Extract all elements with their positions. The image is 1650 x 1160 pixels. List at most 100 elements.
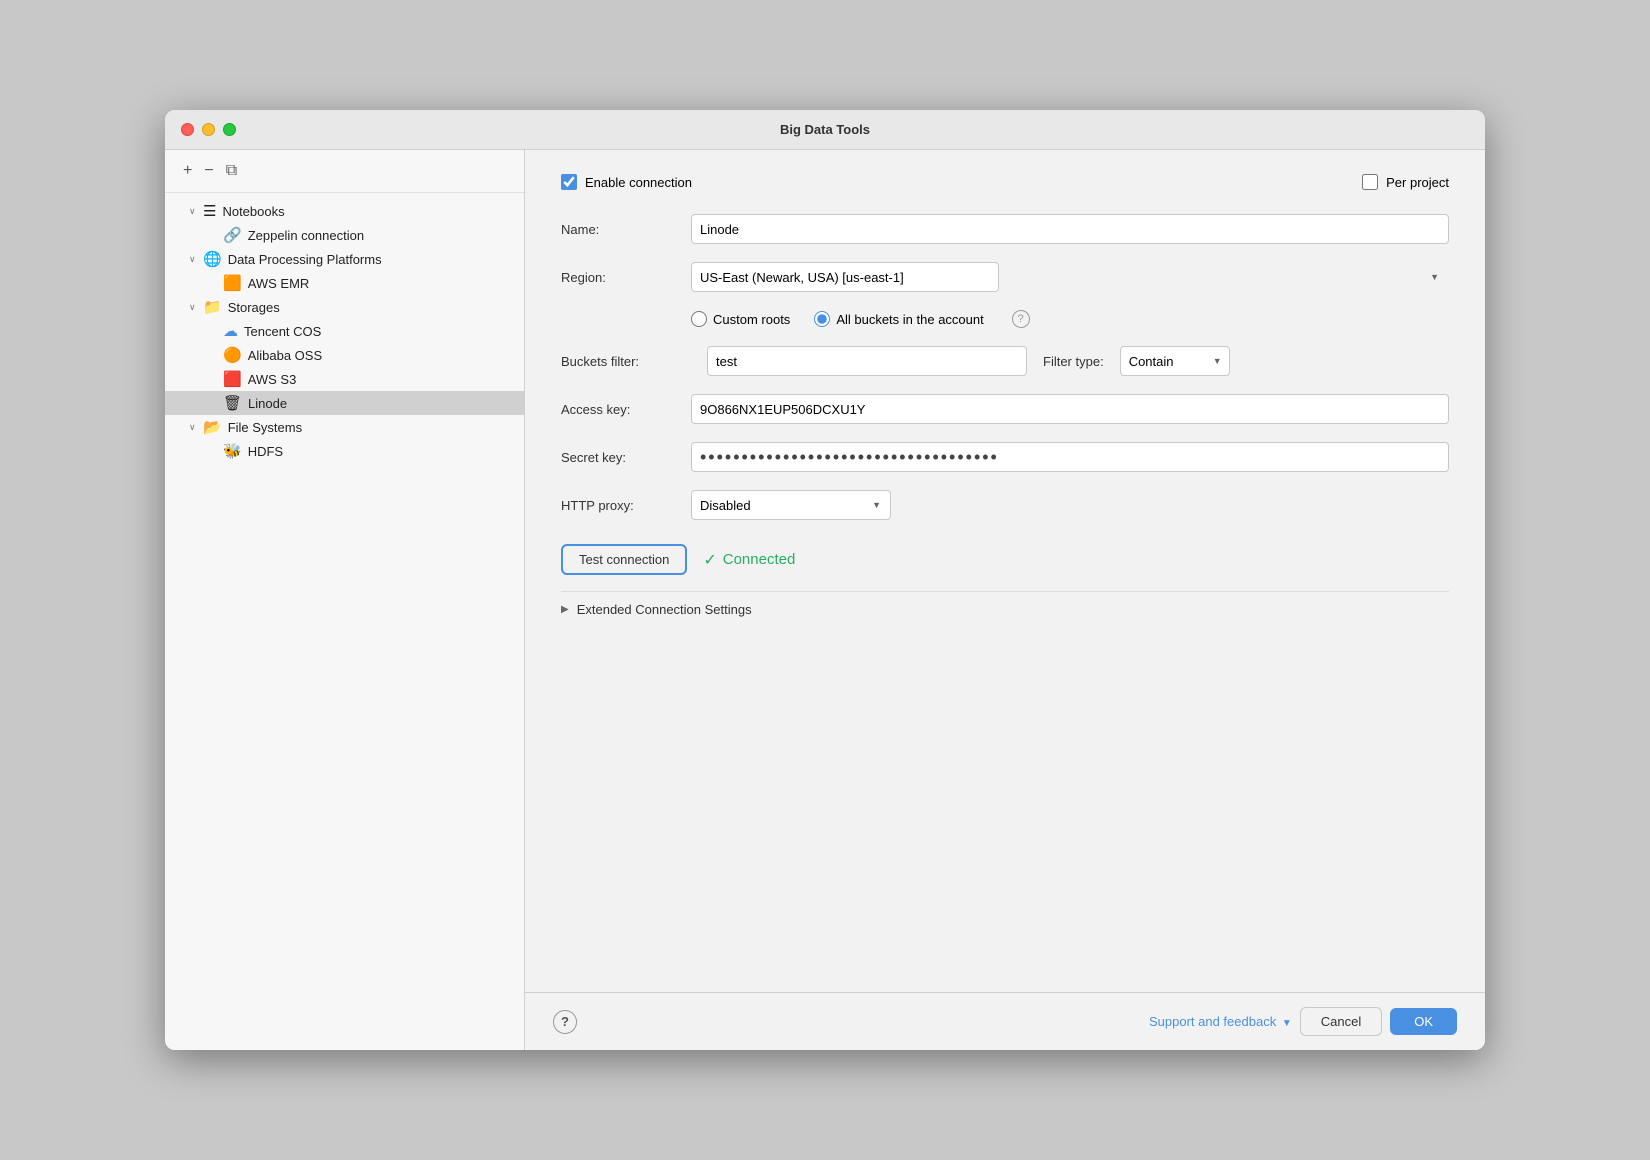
storages-icon: 📁 — [203, 298, 222, 316]
secret-key-row: Secret key: — [561, 442, 1449, 472]
remove-button[interactable]: − — [200, 160, 217, 182]
file-systems-icon: 📂 — [203, 418, 222, 436]
all-buckets-label: All buckets in the account — [836, 312, 983, 327]
right-panel: Enable connection Per project Name: Regi… — [525, 150, 1485, 1050]
per-project-row: Per project — [1362, 174, 1449, 190]
support-feedback-link[interactable]: Support and feedback ▼ — [1149, 1014, 1292, 1029]
sidebar-item-linode[interactable]: 🗑 Linode — [165, 391, 524, 415]
copy-button[interactable]: ⧉ — [222, 160, 241, 182]
chevron-file-systems-icon: ∨ — [189, 422, 203, 433]
alibaba-oss-icon: 🟠 — [223, 346, 242, 364]
sidebar-item-file-systems[interactable]: ∨ 📂 File Systems — [165, 415, 524, 439]
sidebar-item-alibaba-oss[interactable]: 🟠 Alibaba OSS — [165, 343, 524, 367]
cancel-button[interactable]: Cancel — [1300, 1007, 1382, 1036]
http-proxy-label: HTTP proxy: — [561, 498, 691, 513]
linode-icon: 🗑 — [223, 394, 242, 412]
region-select[interactable]: US-East (Newark, USA) [us-east-1] US-Wes… — [691, 262, 999, 292]
http-proxy-select[interactable]: Disabled Use system proxy Manual — [691, 490, 891, 520]
filter-type-select-wrapper: Contain Exact Prefix Suffix — [1120, 346, 1230, 376]
access-key-row: Access key: — [561, 394, 1449, 424]
secret-key-input[interactable] — [691, 442, 1449, 472]
per-project-label[interactable]: Per project — [1386, 175, 1449, 190]
chevron-extended-icon: ▶ — [561, 604, 569, 615]
chevron-data-processing-icon: ∨ — [189, 254, 203, 265]
sidebar-item-notebooks[interactable]: ∨ ☰ Notebooks — [165, 199, 524, 223]
http-proxy-row: HTTP proxy: Disabled Use system proxy Ma… — [561, 490, 1449, 520]
access-key-input[interactable] — [691, 394, 1449, 424]
connected-status: ✓ Connected — [703, 550, 795, 570]
add-button[interactable]: + — [179, 160, 196, 182]
minimize-button[interactable] — [202, 123, 215, 136]
sidebar-item-data-processing[interactable]: ∨ 🌐 Data Processing Platforms — [165, 247, 524, 271]
data-processing-icon: 🌐 — [203, 250, 222, 268]
sidebar-item-storages[interactable]: ∨ 📁 Storages — [165, 295, 524, 319]
custom-roots-option[interactable]: Custom roots — [691, 311, 790, 327]
region-select-wrapper: US-East (Newark, USA) [us-east-1] US-Wes… — [691, 262, 1449, 292]
all-buckets-radio[interactable] — [814, 311, 830, 327]
access-key-label: Access key: — [561, 402, 691, 417]
enable-connection-row: Enable connection — [561, 174, 692, 190]
sidebar-item-zeppelin-label: Zeppelin connection — [248, 228, 364, 243]
secret-key-label: Secret key: — [561, 450, 691, 465]
sidebar-item-hdfs-label: HDFS — [248, 444, 283, 459]
chevron-notebooks-icon: ∨ — [189, 206, 203, 217]
sidebar-item-data-processing-label: Data Processing Platforms — [228, 252, 382, 267]
per-project-checkbox[interactable] — [1362, 174, 1378, 190]
test-connection-row: Test connection ✓ Connected — [561, 544, 1449, 575]
bottom-bar: ? Support and feedback ▼ Cancel OK — [525, 992, 1485, 1050]
enable-connection-label[interactable]: Enable connection — [585, 175, 692, 190]
zeppelin-icon: 🔗 — [223, 226, 242, 244]
bottom-left: ? — [553, 1010, 577, 1034]
http-proxy-select-wrapper: Disabled Use system proxy Manual — [691, 490, 891, 520]
sidebar-item-tencent-cos-label: Tencent COS — [244, 324, 321, 339]
connected-label: Connected — [723, 551, 796, 568]
hdfs-icon: 🐝 — [223, 442, 242, 460]
chevron-storages-icon: ∨ — [189, 302, 203, 313]
extended-settings-label: Extended Connection Settings — [577, 602, 752, 617]
tencent-cos-icon: ☁ — [223, 322, 238, 340]
sidebar-item-hdfs[interactable]: 🐝 HDFS — [165, 439, 524, 463]
sidebar-item-linode-label: Linode — [248, 396, 287, 411]
all-buckets-option[interactable]: All buckets in the account — [814, 311, 983, 327]
sidebar-item-storages-label: Storages — [228, 300, 280, 315]
custom-roots-label: Custom roots — [713, 312, 790, 327]
test-connection-button[interactable]: Test connection — [561, 544, 687, 575]
region-label: Region: — [561, 270, 691, 285]
enable-connection-checkbox[interactable] — [561, 174, 577, 190]
top-row: Enable connection Per project — [561, 174, 1449, 190]
sidebar-toolbar: + − ⧉ — [165, 150, 524, 193]
sidebar-item-aws-s3-label: AWS S3 — [248, 372, 297, 387]
name-input[interactable] — [691, 214, 1449, 244]
sidebar-item-alibaba-oss-label: Alibaba OSS — [248, 348, 322, 363]
form-area: Enable connection Per project Name: Regi… — [525, 150, 1485, 992]
check-icon: ✓ — [703, 550, 716, 570]
extended-settings-row[interactable]: ▶ Extended Connection Settings — [561, 591, 1449, 627]
aws-emr-icon: 🟧 — [223, 274, 242, 292]
aws-s3-icon: 🟥 — [223, 370, 242, 388]
sidebar-item-zeppelin[interactable]: 🔗 Zeppelin connection — [165, 223, 524, 247]
bucket-source-row: Custom roots All buckets in the account … — [561, 310, 1449, 328]
ok-button[interactable]: OK — [1390, 1008, 1457, 1035]
bucket-help-icon[interactable]: ? — [1012, 310, 1030, 328]
buckets-filter-label: Buckets filter: — [561, 354, 691, 369]
window-controls — [181, 123, 236, 136]
sidebar-item-aws-s3[interactable]: 🟥 AWS S3 — [165, 367, 524, 391]
bottom-right: Support and feedback ▼ Cancel OK — [1149, 1007, 1457, 1036]
sidebar-item-file-systems-label: File Systems — [228, 420, 302, 435]
buckets-filter-input[interactable] — [707, 346, 1027, 376]
window-title: Big Data Tools — [780, 122, 870, 137]
custom-roots-radio[interactable] — [691, 311, 707, 327]
notebooks-icon: ☰ — [203, 202, 216, 220]
filter-type-select[interactable]: Contain Exact Prefix Suffix — [1120, 346, 1230, 376]
main-body: + − ⧉ ∨ ☰ Notebooks 🔗 Zeppelin connectio… — [165, 150, 1485, 1050]
filter-type-label: Filter type: — [1043, 354, 1104, 369]
help-button[interactable]: ? — [553, 1010, 577, 1034]
sidebar-item-tencent-cos[interactable]: ☁ Tencent COS — [165, 319, 524, 343]
close-button[interactable] — [181, 123, 194, 136]
name-row: Name: — [561, 214, 1449, 244]
maximize-button[interactable] — [223, 123, 236, 136]
titlebar: Big Data Tools — [165, 110, 1485, 150]
sidebar-tree: ∨ ☰ Notebooks 🔗 Zeppelin connection ∨ 🌐 … — [165, 193, 524, 1050]
name-label: Name: — [561, 222, 691, 237]
sidebar-item-aws-emr[interactable]: 🟧 AWS EMR — [165, 271, 524, 295]
